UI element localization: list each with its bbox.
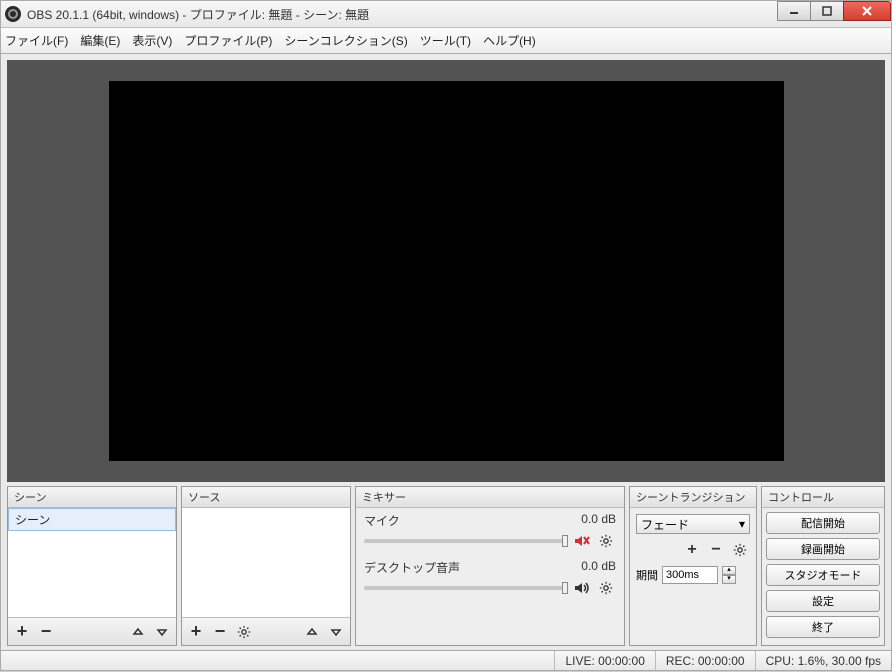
scene-down-button[interactable]: [152, 622, 172, 642]
menu-profile[interactable]: プロファイル(P): [184, 32, 272, 49]
mixer-volume-slider[interactable]: [364, 539, 568, 543]
studio-mode-button[interactable]: スタジオモード: [766, 564, 880, 586]
menu-help[interactable]: ヘルプ(H): [483, 32, 536, 49]
scenes-panel: シーン シーン + −: [7, 486, 177, 646]
source-settings-button[interactable]: [234, 622, 254, 642]
preview-area: [7, 60, 885, 482]
mixer-volume-slider[interactable]: [364, 586, 568, 590]
minimize-button[interactable]: [777, 1, 811, 21]
scenes-list[interactable]: シーン: [8, 508, 176, 617]
mixer-channel-level: 0.0 dB: [581, 559, 616, 576]
statusbar: LIVE: 00:00:00 REC: 00:00:00 CPU: 1.6%, …: [0, 651, 892, 671]
status-live: LIVE: 00:00:00: [554, 651, 654, 670]
titlebar: OBS 20.1.1 (64bit, windows) - プロファイル: 無題…: [0, 0, 892, 28]
chevron-down-icon: ▾: [739, 517, 745, 531]
app-icon: [5, 6, 21, 22]
source-down-button[interactable]: [326, 622, 346, 642]
mixer-channel-name: デスクトップ音声: [364, 559, 460, 576]
mixer-channel-name: マイク: [364, 512, 400, 529]
panels-row: シーン シーン + − ソース + −: [1, 486, 891, 650]
duration-spinner[interactable]: ▴▾: [722, 566, 736, 584]
settings-button[interactable]: 設定: [766, 590, 880, 612]
app-body: シーン シーン + − ソース + −: [0, 54, 892, 651]
scene-up-button[interactable]: [128, 622, 148, 642]
menu-edit[interactable]: 編集(E): [80, 32, 120, 49]
mixer-settings-button[interactable]: [596, 531, 616, 551]
start-stream-button[interactable]: 配信開始: [766, 512, 880, 534]
menu-tools[interactable]: ツール(T): [420, 32, 471, 49]
controls-panel-title: コントロール: [762, 487, 884, 508]
mute-icon[interactable]: [572, 531, 592, 551]
start-record-button[interactable]: 録画開始: [766, 538, 880, 560]
mixer-panel-title: ミキサー: [356, 487, 624, 508]
maximize-button[interactable]: [810, 1, 844, 21]
window-buttons: [778, 1, 891, 21]
status-cpu: CPU: 1.6%, 30.00 fps: [755, 651, 891, 670]
mixer-panel: ミキサー マイク 0.0 dB デスクトップ音声: [355, 486, 625, 646]
remove-scene-button[interactable]: −: [36, 622, 56, 642]
duration-label: 期間: [636, 567, 658, 583]
transition-select[interactable]: フェード ▾: [636, 514, 750, 534]
menu-scene-collection[interactable]: シーンコレクション(S): [284, 32, 407, 49]
window-title: OBS 20.1.1 (64bit, windows) - プロファイル: 無題…: [27, 6, 369, 23]
mixer-channel-mic: マイク 0.0 dB: [356, 508, 624, 555]
speaker-icon[interactable]: [572, 578, 592, 598]
add-scene-button[interactable]: +: [12, 622, 32, 642]
close-button[interactable]: [843, 1, 891, 21]
mixer-settings-button[interactable]: [596, 578, 616, 598]
status-rec: REC: 00:00:00: [655, 651, 755, 670]
menu-view[interactable]: 表示(V): [132, 32, 172, 49]
sources-panel: ソース + −: [181, 486, 351, 646]
controls-panel: コントロール 配信開始 録画開始 スタジオモード 設定 終了: [761, 486, 885, 646]
exit-button[interactable]: 終了: [766, 616, 880, 638]
remove-source-button[interactable]: −: [210, 622, 230, 642]
transitions-panel: シーントランジション フェード ▾ + − 期間 ▴▾: [629, 486, 757, 646]
menu-file[interactable]: ファイル(F): [5, 32, 68, 49]
mixer-channel-level: 0.0 dB: [581, 512, 616, 529]
add-source-button[interactable]: +: [186, 622, 206, 642]
scenes-panel-title: シーン: [8, 487, 176, 508]
remove-transition-button[interactable]: −: [706, 540, 726, 560]
transitions-panel-title: シーントランジション: [630, 487, 756, 508]
add-transition-button[interactable]: +: [682, 540, 702, 560]
preview-canvas[interactable]: [109, 81, 784, 461]
sources-panel-title: ソース: [182, 487, 350, 508]
source-up-button[interactable]: [302, 622, 322, 642]
mixer-channel-desktop: デスクトップ音声 0.0 dB: [356, 555, 624, 602]
menubar: ファイル(F) 編集(E) 表示(V) プロファイル(P) シーンコレクション(…: [0, 28, 892, 54]
transition-settings-button[interactable]: [730, 540, 750, 560]
sources-list[interactable]: [182, 508, 350, 617]
scene-item[interactable]: シーン: [8, 508, 176, 531]
duration-input[interactable]: [662, 566, 718, 584]
transition-selected-label: フェード: [641, 516, 689, 533]
